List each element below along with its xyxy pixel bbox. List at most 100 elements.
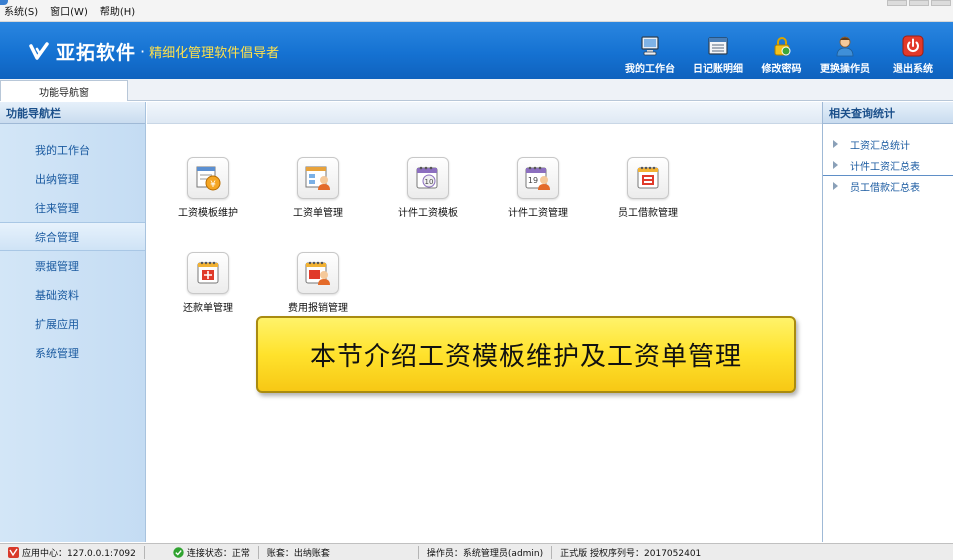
query-label: 计件工资汇总表 [850, 161, 920, 173]
connection-text: 连接状态：正常 [186, 548, 250, 559]
menu-help[interactable]: 帮助(H) [100, 3, 135, 18]
app-center-text: 应用中心：127.0.0.1:7092 [22, 548, 136, 559]
func-salary-template[interactable]: ¥ 工资模板维护 [158, 157, 258, 219]
status-connection: 连接状态：正常 [145, 545, 259, 559]
right-panel-title: 相关查询统计 [823, 102, 953, 124]
switch-operator-button[interactable]: 更换操作员 [811, 22, 879, 79]
account-text: 账套：出纳账套 [266, 548, 330, 559]
func-employee-loan-tile [627, 157, 669, 199]
query-piece-rate-summary[interactable]: 计件工资汇总表 [823, 155, 953, 176]
svg-text:¥: ¥ [210, 180, 216, 190]
func-piece-rate-manage-tile: 19 [517, 157, 559, 199]
status-app-center: 应用中心：127.0.0.1:7092 [0, 545, 145, 559]
workbench-button[interactable]: 我的工作台 [616, 22, 684, 79]
func-label: 费用报销管理 [288, 303, 348, 314]
left-nav-list: 我的工作台 出纳管理 往来管理 综合管理 票据管理 基础资料 扩展应用 系统管理 [0, 124, 145, 367]
func-piece-rate-manage[interactable]: 19 计件工资管理 [488, 157, 588, 219]
tab-function-navigator[interactable]: 功能导航窗 [0, 80, 128, 101]
exit-system-label: 退出系统 [893, 64, 933, 75]
tab-strip: 功能导航窗 [0, 79, 953, 101]
app-center-icon [8, 546, 19, 558]
brand-mark-icon [29, 41, 49, 60]
nav-item-cashier[interactable]: 出纳管理 [0, 164, 145, 193]
maximize-button[interactable] [909, 0, 929, 6]
triangle-right-icon [833, 161, 838, 169]
change-password-button[interactable]: 修改密码 [752, 22, 811, 79]
nav-item-workbench[interactable]: 我的工作台 [0, 135, 145, 164]
func-expense-reimbursement-tile [297, 252, 339, 294]
app-header: 亚拓软件 · 精细化管理软件倡导者 我的工作台 日记账明细 修改密码 更换操作员… [0, 22, 953, 79]
main-header-strip [147, 102, 822, 124]
header-toolbar: 我的工作台 日记账明细 修改密码 更换操作员 退出系统 [616, 22, 947, 79]
nav-item-bills[interactable]: 票据管理 [0, 251, 145, 280]
query-salary-summary[interactable]: 工资汇总统计 [823, 134, 953, 155]
func-expense-reimbursement[interactable]: 费用报销管理 [268, 252, 368, 314]
journal-detail-label: 日记账明细 [693, 64, 743, 75]
payslip-icon [305, 166, 330, 190]
check-circle-icon [173, 546, 184, 558]
operator-text: 操作员：系统管理员(admin) [426, 548, 544, 559]
triangle-right-icon [833, 182, 838, 190]
ledger-icon [708, 37, 728, 55]
loan-icon [637, 166, 659, 189]
brand-name: 亚拓软件 [56, 42, 137, 64]
power-icon [902, 35, 924, 57]
svg-text:10: 10 [425, 178, 434, 186]
nav-item-accounts[interactable]: 往来管理 [0, 193, 145, 222]
status-bar: 应用中心：127.0.0.1:7092 连接状态：正常 账套：出纳账套 操作员：… [0, 543, 953, 560]
nav-item-extensions[interactable]: 扩展应用 [0, 309, 145, 338]
workbench-label: 我的工作台 [625, 64, 675, 75]
journal-detail-button[interactable]: 日记账明细 [684, 22, 752, 79]
brand-separator: · [140, 42, 146, 61]
query-loan-summary[interactable]: 员工借款汇总表 [823, 176, 953, 197]
close-window-button[interactable] [931, 0, 951, 6]
func-repayment-tile [187, 252, 229, 294]
salary-template-icon: ¥ [196, 166, 221, 191]
reimbursement-icon [305, 261, 330, 285]
func-label: 计件工资模板 [398, 208, 458, 219]
right-panel-list: 工资汇总统计 计件工资汇总表 员工借款汇总表 [823, 124, 953, 197]
func-label: 工资模板维护 [178, 208, 238, 219]
minimize-button[interactable] [887, 0, 907, 6]
license-text: 正式版 授权序列号：2017052401 [560, 548, 702, 559]
triangle-right-icon [833, 140, 838, 148]
func-salary-template-tile: ¥ [187, 157, 229, 199]
lock-icon [774, 37, 790, 56]
status-operator: 操作员：系统管理员(admin) [419, 545, 553, 559]
change-password-label: 修改密码 [761, 64, 802, 75]
piece-rate-template-icon: 10 [416, 166, 438, 189]
nav-item-system[interactable]: 系统管理 [0, 338, 145, 367]
menu-system[interactable]: 系统(S) [4, 3, 38, 18]
func-piece-rate-template-tile: 10 [407, 157, 449, 199]
window-controls [885, 0, 951, 6]
piece-rate-manage-icon: 19 [525, 166, 550, 190]
nav-item-general[interactable]: 综合管理 [0, 222, 145, 251]
status-license: 正式版 授权序列号：2017052401 [552, 546, 709, 559]
left-nav-title: 功能导航栏 [0, 102, 145, 124]
func-repayment[interactable]: 还款单管理 [158, 252, 258, 314]
menu-window[interactable]: 窗口(W) [50, 3, 88, 18]
nav-item-basic-data[interactable]: 基础资料 [0, 280, 145, 309]
svg-text:19: 19 [528, 176, 538, 185]
lesson-banner-text: 本节介绍工资模板维护及工资单管理 [309, 342, 742, 372]
monitor-icon [641, 36, 659, 56]
func-label: 还款单管理 [183, 303, 233, 314]
func-label: 员工借款管理 [618, 208, 678, 219]
query-label: 工资汇总统计 [850, 140, 910, 152]
exit-system-button[interactable]: 退出系统 [879, 22, 947, 79]
menu-bar: 系统(S) 窗口(W) 帮助(H) [0, 0, 953, 22]
main-content: ¥ 工资模板维护 工资单管理 10 计件工资模板 19 计件工资管理 员工借款管… [147, 102, 822, 542]
repayment-icon [197, 261, 219, 284]
status-account: 账套：出纳账套 [259, 545, 419, 559]
lesson-banner: 本节介绍工资模板维护及工资单管理 [256, 316, 796, 393]
brand-logo: 亚拓软件 · 精细化管理软件倡导者 [28, 38, 279, 65]
switch-operator-label: 更换操作员 [820, 64, 870, 75]
func-payslip[interactable]: 工资单管理 [268, 157, 368, 219]
right-query-panel: 相关查询统计 工资汇总统计 计件工资汇总表 员工借款汇总表 [822, 102, 953, 542]
func-label: 工资单管理 [293, 208, 343, 219]
func-employee-loan[interactable]: 员工借款管理 [598, 157, 698, 219]
func-payslip-tile [297, 157, 339, 199]
func-piece-rate-template[interactable]: 10 计件工资模板 [378, 157, 478, 219]
left-nav-panel: 功能导航栏 我的工作台 出纳管理 往来管理 综合管理 票据管理 基础资料 扩展应… [0, 102, 146, 542]
func-label: 计件工资管理 [508, 208, 568, 219]
